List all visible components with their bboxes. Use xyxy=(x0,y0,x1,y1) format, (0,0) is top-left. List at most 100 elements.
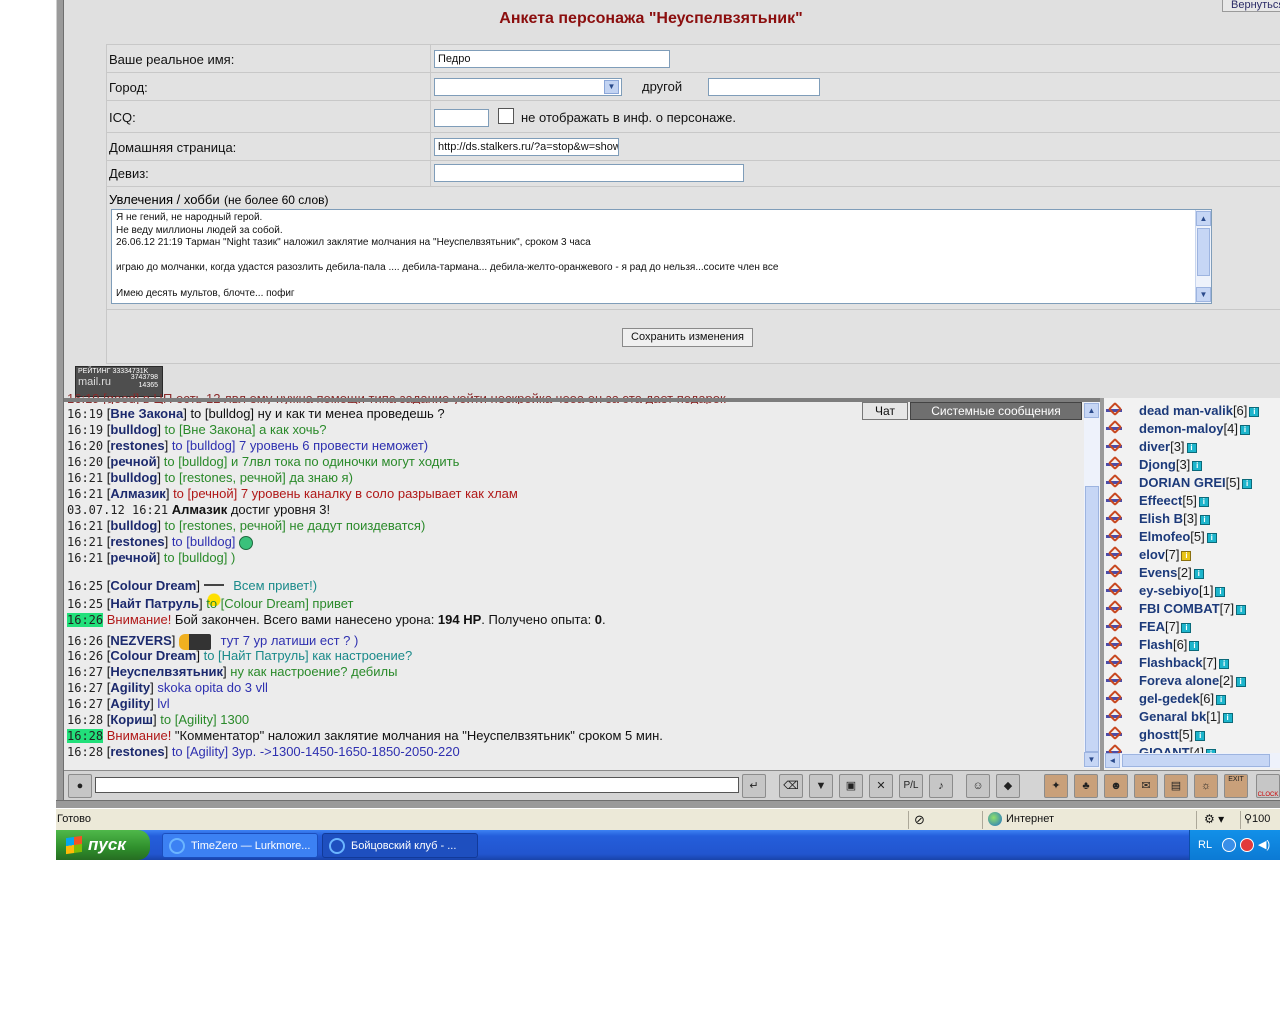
user-name[interactable]: ey-sebiyo[1] i xyxy=(1139,582,1226,600)
private-message-icon[interactable] xyxy=(1106,473,1128,491)
info-icon[interactable]: i xyxy=(1236,604,1247,615)
player-nick[interactable]: Agility xyxy=(110,680,150,695)
player-nick[interactable]: речной xyxy=(110,454,156,469)
user-name[interactable]: elov[7] i xyxy=(1139,546,1192,564)
private-icon[interactable]: P/L xyxy=(899,774,923,798)
user-name[interactable]: Flashback[7] i xyxy=(1139,654,1230,672)
friends-icon[interactable]: ☻ xyxy=(1104,774,1128,798)
info-icon[interactable]: i xyxy=(1193,568,1204,579)
user-name[interactable]: Djong[3] i xyxy=(1139,456,1203,474)
message-recipient[interactable]: to [Найт Патруль] xyxy=(204,648,309,663)
private-message-icon[interactable] xyxy=(1106,689,1128,707)
info-icon[interactable]: i xyxy=(1206,532,1217,543)
people-icon[interactable]: ☼ xyxy=(1194,774,1218,798)
message-recipient[interactable]: to [bulldog] xyxy=(164,454,228,469)
message-time[interactable]: 16:25 xyxy=(67,579,103,593)
player-nick[interactable]: bulldog xyxy=(110,422,157,437)
message-time[interactable]: 16:20 xyxy=(67,455,103,469)
spell-icon[interactable]: ✦ xyxy=(1044,774,1068,798)
info-icon[interactable]: i xyxy=(1195,730,1206,741)
message-recipient[interactable]: to [Вне Закона] xyxy=(165,422,256,437)
protected-mode-icon[interactable]: ⚙ ▾ xyxy=(1204,812,1224,826)
user-name[interactable]: Flash[6] i xyxy=(1139,636,1200,654)
info-icon[interactable]: i xyxy=(1181,550,1192,561)
scroll-left-icon[interactable]: ◄ xyxy=(1105,753,1120,768)
fight-icon[interactable]: ✕ xyxy=(869,774,893,798)
chat-mode-icon[interactable]: ● xyxy=(68,774,92,798)
message-time[interactable]: 03.07.12 16:21 xyxy=(67,503,168,517)
private-message-icon[interactable] xyxy=(1106,599,1128,617)
user-list-item[interactable]: demon-maloy[4] i xyxy=(1104,419,1280,438)
hobby-scrollbar[interactable]: ▲ ▼ xyxy=(1195,210,1211,303)
message-time[interactable]: 16:28 xyxy=(67,713,103,727)
send-icon[interactable]: ↵ xyxy=(742,774,766,798)
exit-button[interactable]: EXIT xyxy=(1224,774,1248,798)
user-list-item[interactable]: Flashback[7] i xyxy=(1104,653,1280,672)
message-recipient[interactable]: to [bulldog] xyxy=(172,438,236,453)
bag-icon[interactable]: ♣ xyxy=(1074,774,1098,798)
tab-chat[interactable]: Чат xyxy=(862,402,908,420)
info-icon[interactable]: i xyxy=(1198,496,1209,507)
private-message-icon[interactable] xyxy=(1106,527,1128,545)
private-message-icon[interactable] xyxy=(1106,617,1128,635)
back-arrow-icon[interactable] xyxy=(1222,838,1236,852)
language-indicator[interactable]: RL xyxy=(1198,830,1212,860)
private-message-icon[interactable] xyxy=(1106,491,1128,509)
private-message-icon[interactable] xyxy=(1106,419,1128,437)
tab-system-messages[interactable]: Системные сообщения xyxy=(910,402,1082,420)
motto-input[interactable] xyxy=(434,164,744,182)
message-time[interactable]: 16:27 xyxy=(67,697,103,711)
security-alert-icon[interactable] xyxy=(1240,838,1254,852)
user-list-item[interactable]: dead man-valik[6] i xyxy=(1104,401,1280,420)
info-icon[interactable]: i xyxy=(1186,442,1197,453)
message-recipient[interactable]: to [речной] xyxy=(173,486,237,501)
scroll-thumb[interactable] xyxy=(1122,754,1270,767)
user-name[interactable]: Effeect[5] i xyxy=(1139,492,1209,510)
private-message-icon[interactable] xyxy=(1106,707,1128,725)
message-recipient[interactable]: to [Agility] xyxy=(160,712,216,727)
chevron-down-icon[interactable]: ▼ xyxy=(604,80,619,94)
chat-input[interactable] xyxy=(95,777,739,793)
scroll-up-icon[interactable]: ▲ xyxy=(1084,403,1099,418)
player-nick[interactable]: restones xyxy=(110,744,164,759)
user-list-item[interactable]: Evens[2] i xyxy=(1104,563,1280,582)
player-nick[interactable]: Найт Патруль xyxy=(110,596,199,611)
icq-hide-checkbox[interactable] xyxy=(498,108,514,124)
user-list-item[interactable]: FBI COMBAT[7] i xyxy=(1104,599,1280,618)
message-time[interactable]: 16:27 xyxy=(67,665,103,679)
info-icon[interactable]: i xyxy=(1216,694,1227,705)
private-message-icon[interactable] xyxy=(1106,581,1128,599)
player-nick[interactable]: Colour Dream xyxy=(110,578,196,593)
icq-input[interactable] xyxy=(434,109,489,127)
start-button[interactable]: пуск xyxy=(56,830,150,860)
user-name[interactable]: FBI COMBAT[7] i xyxy=(1139,600,1247,618)
private-message-icon[interactable] xyxy=(1106,653,1128,671)
message-time[interactable]: 16:28 xyxy=(67,745,103,759)
player-name[interactable]: Алмазик xyxy=(172,502,227,517)
private-message-icon[interactable] xyxy=(1106,401,1128,419)
user-name[interactable]: Elmofeo[5] i xyxy=(1139,528,1217,546)
message-time[interactable]: 16:21 xyxy=(67,471,103,485)
scroll-down-icon[interactable]: ▼ xyxy=(1084,752,1099,767)
private-message-icon[interactable] xyxy=(1106,509,1128,527)
user-name[interactable]: Foreva alone[2] i xyxy=(1139,672,1246,690)
user-list-item[interactable]: FEA[7] i xyxy=(1104,617,1280,636)
user-list-item[interactable]: gel-gedek[6] i xyxy=(1104,689,1280,708)
info-icon[interactable]: i xyxy=(1199,514,1210,525)
scroll-up-icon[interactable]: ▲ xyxy=(1196,211,1211,226)
user-name[interactable]: Genaral bk[1] i xyxy=(1139,708,1233,726)
private-message-icon[interactable] xyxy=(1106,545,1128,563)
player-nick[interactable]: Colour Dream xyxy=(110,648,196,663)
city-select[interactable] xyxy=(434,78,622,96)
user-name[interactable]: DORIAN GREI[5] i xyxy=(1139,474,1253,492)
player-nick[interactable]: bulldog xyxy=(110,518,157,533)
info-icon[interactable]: i xyxy=(1219,658,1230,669)
users-hscrollbar[interactable]: ◄ xyxy=(1104,753,1280,768)
user-list-item[interactable]: Genaral bk[1] i xyxy=(1104,707,1280,726)
user-list-item[interactable]: Elish B[3] i xyxy=(1104,509,1280,528)
player-nick[interactable]: restones xyxy=(110,534,164,549)
private-message-icon[interactable] xyxy=(1106,455,1128,473)
user-name[interactable]: FEA[7] i xyxy=(1139,618,1192,636)
scroll-thumb[interactable] xyxy=(1085,486,1099,752)
message-time[interactable]: 16:19 xyxy=(67,423,103,437)
